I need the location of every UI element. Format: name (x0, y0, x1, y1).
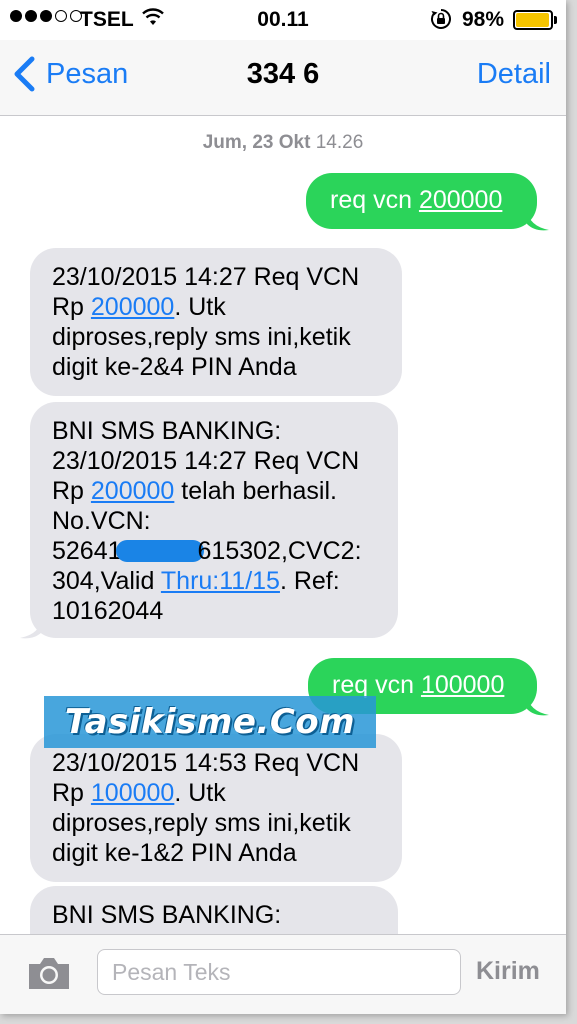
send-button[interactable]: Kirim (476, 957, 540, 986)
message-line: Rp 100000. Utk (52, 778, 380, 808)
message-text: 615302,CVC2: (197, 537, 362, 565)
battery-icon (513, 10, 553, 30)
message-line: 23/10/2015 14:27 Req VCN (52, 447, 360, 475)
detail-button[interactable]: Detail (477, 58, 551, 91)
phone-screen: TSEL 00.11 98% Pesan 334 6 Detail Jum, 2… (0, 0, 566, 1014)
timestamp-day: Jum, 23 Okt (202, 132, 311, 153)
message-text: telah berhasil. (174, 477, 337, 505)
message-text: Rp (52, 293, 91, 321)
message-line: diproses,reply sms ini,ketik (52, 323, 351, 351)
watermark: Tasikisme.Com (44, 696, 376, 748)
message-text: . Utk (174, 779, 226, 807)
battery-tip (554, 16, 557, 24)
conversation-timestamp: Jum, 23 Okt 14.26 (0, 132, 566, 154)
message-text: . Ref: (279, 567, 340, 595)
navigation-bar: Pesan 334 6 Detail (0, 40, 566, 116)
message-text: Rp (52, 779, 91, 807)
message-number-link[interactable]: 100000 (91, 779, 174, 807)
status-bar: TSEL 00.11 98% (0, 0, 566, 40)
message-text: . Utk (174, 293, 226, 321)
battery-level (516, 13, 550, 27)
compose-bar: Kirim (0, 934, 566, 1014)
battery-percentage: 98% (462, 8, 505, 31)
message-number-link[interactable]: 100000 (421, 671, 504, 699)
message-line: digit ke-2&4 PIN Anda (52, 353, 297, 381)
message-number-link[interactable]: 200000 (419, 186, 502, 214)
message-number-link[interactable]: 200000 (91, 293, 174, 321)
message-line: Rp 200000 telah berhasil. (52, 476, 376, 506)
message-text: req vcn (330, 186, 419, 214)
incoming-message[interactable]: 23/10/2015 14:27 Req VCN Rp 200000. Utk … (30, 248, 402, 396)
camera-icon[interactable] (26, 955, 72, 991)
message-line: BNI SMS BANKING: (52, 901, 282, 929)
incoming-message[interactable]: BNI SMS BANKING: (30, 886, 398, 934)
message-input[interactable] (97, 949, 461, 995)
message-line: diproses,reply sms ini,ketik (52, 809, 351, 837)
message-line: 10162044 (52, 597, 164, 625)
watermark-text: Tasikisme.Com (64, 702, 356, 742)
message-line: BNI SMS BANKING: (52, 417, 282, 445)
outgoing-message[interactable]: req vcn 200000 (306, 173, 537, 229)
message-number-link[interactable]: 200000 (91, 477, 174, 505)
bubble-tail (20, 618, 42, 639)
message-line: Rp 200000. Utk (52, 292, 380, 322)
message-line: 52641 615302,CVC2: (52, 536, 376, 566)
bubble-tail (527, 210, 549, 231)
redaction-mark (115, 540, 204, 562)
message-text: req vcn (332, 671, 421, 699)
message-line: No.VCN: (52, 507, 151, 535)
rotation-lock-icon (431, 9, 451, 29)
message-text: 304,Valid (52, 567, 161, 595)
message-list[interactable]: Jum, 23 Okt 14.26 req vcn 200000 23/10/2… (0, 116, 566, 934)
message-text: Rp (52, 477, 91, 505)
message-text: 52641 (52, 537, 122, 565)
incoming-message[interactable]: BNI SMS BANKING: 23/10/2015 14:27 Req VC… (30, 402, 398, 638)
message-line: 23/10/2015 14:27 Req VCN (52, 263, 360, 291)
message-line: digit ke-1&2 PIN Anda (52, 839, 297, 867)
incoming-message[interactable]: 23/10/2015 14:53 Req VCN Rp 100000. Utk … (30, 734, 402, 882)
bubble-tail (527, 695, 549, 716)
message-line: 23/10/2015 14:53 Req VCN (52, 749, 360, 777)
message-line: 304,Valid Thru:11/15. Ref: (52, 566, 376, 596)
message-date-link[interactable]: Thru:11/15 (161, 567, 280, 595)
timestamp-time: 14.26 (315, 132, 364, 153)
